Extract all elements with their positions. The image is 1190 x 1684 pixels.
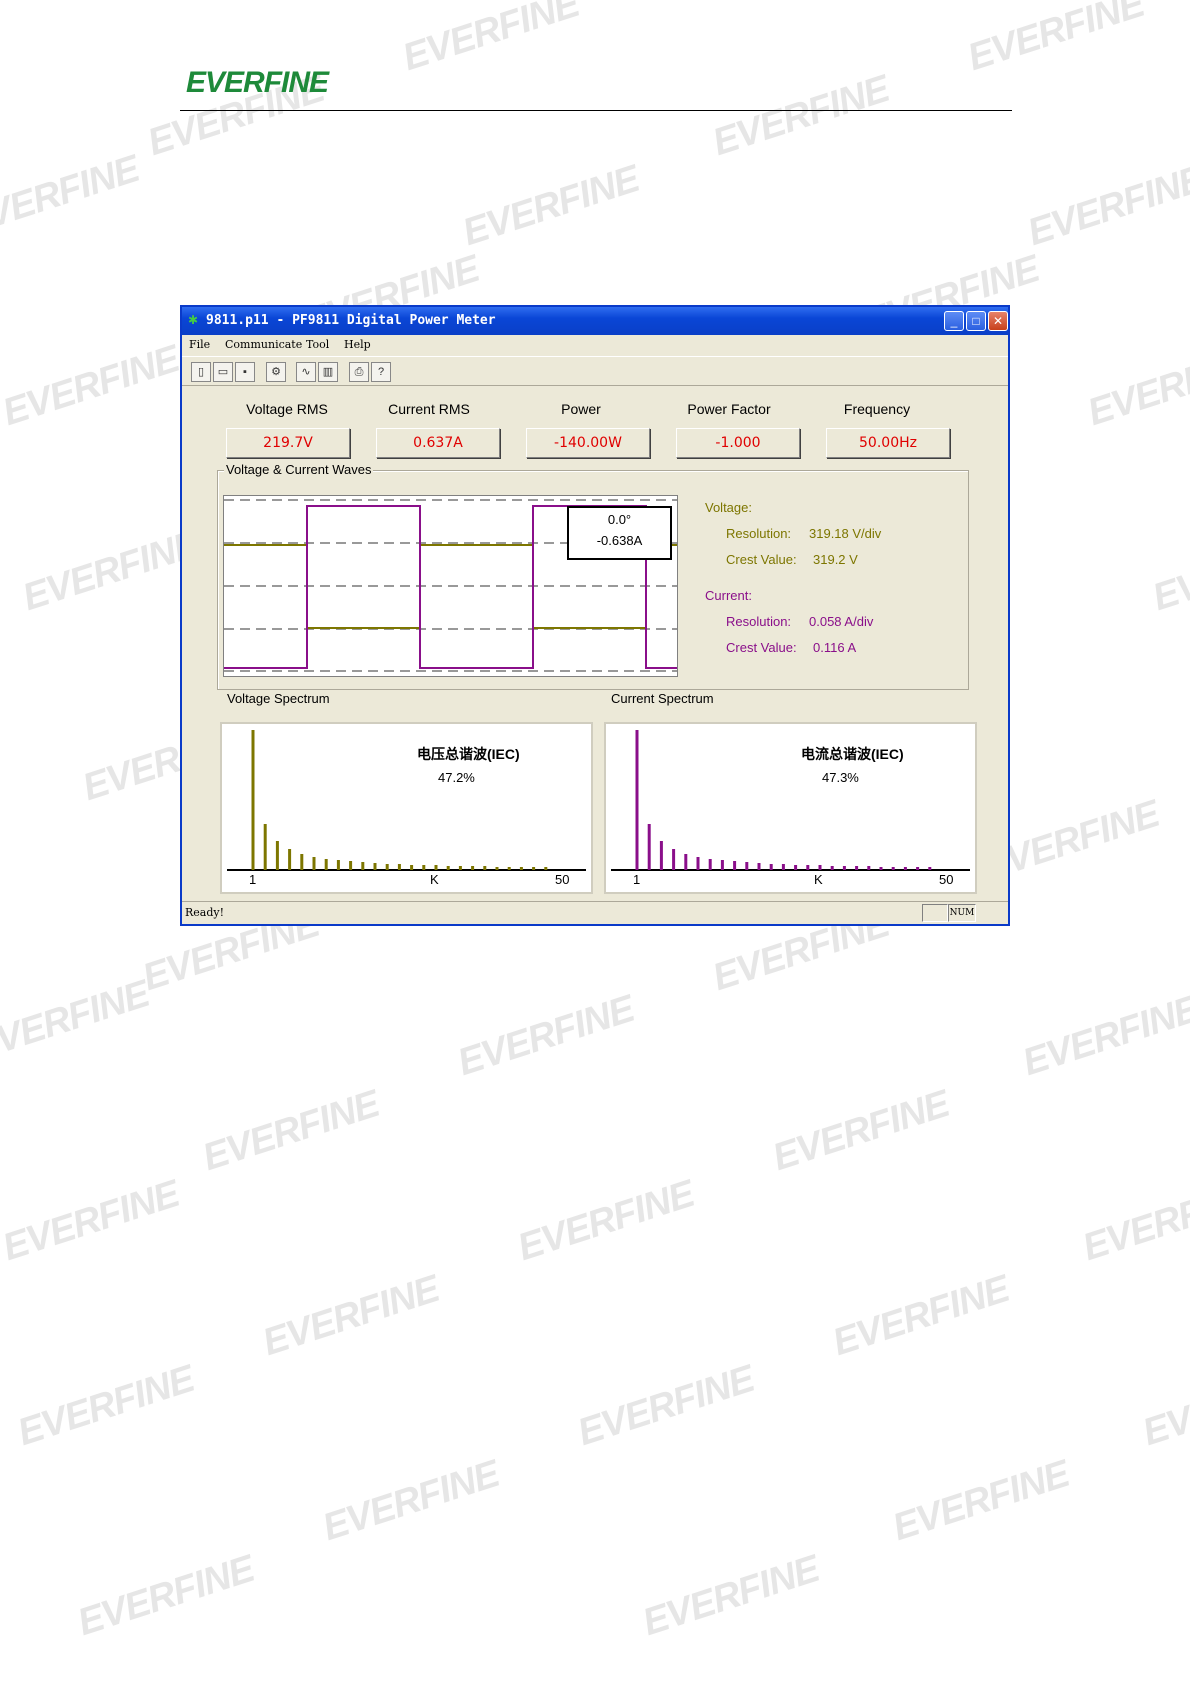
current-thd-value: 47.3% <box>822 770 859 785</box>
voltage-resolution-label: Resolution: <box>726 526 792 541</box>
status-panel-empty <box>922 904 948 922</box>
cursor-current: -0.638A <box>596 533 643 548</box>
wave-icon[interactable]: ∿ <box>296 362 316 382</box>
voltage-spectrum-plot: 电压总谐波(IEC) 47.2% 1 K 50 <box>220 722 593 894</box>
menu-bar: File Communicate Tool Help <box>182 335 1008 355</box>
print-icon[interactable]: ⎙ <box>349 362 369 382</box>
voltage-crest: 319.2 V <box>813 552 858 567</box>
voltage-heading: Voltage: <box>705 500 752 515</box>
voltage-axis-end: 50 <box>555 872 570 887</box>
watermark: EVERFINE <box>887 1452 1074 1550</box>
current-axis-end: 50 <box>939 872 954 887</box>
new-icon[interactable]: ▯ <box>191 362 211 382</box>
save-icon[interactable]: ▪ <box>235 362 255 382</box>
header-divider <box>180 110 1012 111</box>
power-meter-window: ✱ 9811.p11 - PF9811 Digital Power Meter … <box>180 305 1010 926</box>
voltage-crest-label: Crest Value: <box>726 552 797 567</box>
close-button[interactable]: ✕ <box>988 311 1008 331</box>
current-resolution-label: Resolution: <box>726 614 792 629</box>
current-rms-value: 0.637A <box>376 428 500 458</box>
cursor-angle: 0.0° <box>607 512 632 527</box>
watermark: EVERFINE <box>767 1082 954 1180</box>
watermark: EVERFINE <box>1077 1172 1190 1270</box>
waves-title: Voltage & Current Waves <box>224 462 374 477</box>
title-bar[interactable]: ✱ 9811.p11 - PF9811 Digital Power Meter … <box>182 307 1008 335</box>
watermark: EVERFINE <box>1147 522 1190 620</box>
menu-help[interactable]: Help <box>344 338 371 351</box>
watermark: EVERFINE <box>1082 337 1190 435</box>
current-crest: 0.116 A <box>813 640 857 655</box>
watermark: EVERFINE <box>512 1172 699 1270</box>
waveform-plot[interactable]: 0.0° -0.638A <box>223 495 678 677</box>
voltage-rms-value: 219.7V <box>226 428 350 458</box>
watermark: EVERFINE <box>572 1357 759 1455</box>
watermark: EVERFINE <box>1022 157 1190 255</box>
current-rms-label: Current RMS <box>388 401 470 417</box>
watermark: EVERFINE <box>707 67 894 165</box>
window-title: 9811.p11 - PF9811 Digital Power Meter <box>206 313 496 328</box>
connect-icon[interactable]: ⚙ <box>266 362 286 382</box>
watermark: EVERFINE <box>457 157 644 255</box>
watermark: EVERFINE <box>0 972 154 1070</box>
watermark: EVERFINE <box>72 1547 259 1645</box>
voltage-spectrum-svg <box>227 730 586 871</box>
power-factor-label: Power Factor <box>687 401 771 417</box>
chart-icon[interactable]: ▥ <box>318 362 338 382</box>
watermark: EVERFINE <box>17 522 204 620</box>
power-label: Power <box>561 401 601 417</box>
watermark: EVERFINE <box>1017 987 1190 1085</box>
watermark: EVERFINE <box>257 1267 444 1365</box>
current-spectrum-plot: 电流总谐波(IEC) 47.3% 1 K 50 <box>604 722 977 894</box>
watermark: EVERFINE <box>397 0 584 80</box>
voltage-thd-label: 电压总谐波(IEC) <box>417 746 520 762</box>
watermark: EVERFINE <box>1137 1357 1190 1455</box>
frequency-value: 50.00Hz <box>826 428 950 458</box>
menu-file[interactable]: File <box>189 338 210 351</box>
menu-tool[interactable]: Tool <box>306 338 329 351</box>
toolbar: ▯ ▭ ▪ ⚙ ∿ ▥ ⎙ ? <box>182 356 1008 386</box>
current-heading: Current: <box>705 588 752 603</box>
power-value: -140.00W <box>526 428 650 458</box>
voltage-axis-start: 1 <box>249 872 257 887</box>
open-icon[interactable]: ▭ <box>213 362 233 382</box>
watermark: EVERFINE <box>827 1267 1014 1365</box>
status-text: Ready! <box>185 906 225 919</box>
watermark: EVERFINE <box>637 1547 824 1645</box>
watermark: EVERFINE <box>0 337 184 435</box>
current-thd-label: 电流总谐波(IEC) <box>801 746 904 762</box>
current-crest-label: Crest Value: <box>726 640 797 655</box>
watermark: EVERFINE <box>12 1357 199 1455</box>
watermark: EVERFINE <box>197 1082 384 1180</box>
app-icon: ✱ <box>188 313 199 327</box>
current-axis-start: 1 <box>633 872 641 887</box>
watermark: EVERFINE <box>962 0 1149 80</box>
current-spectrum-title: Current Spectrum <box>609 691 716 706</box>
watermark: EVERFINE <box>317 1452 504 1550</box>
help-icon[interactable]: ? <box>371 362 391 382</box>
status-bar: Ready! NUM <box>182 901 1008 924</box>
current-resolution: 0.058 A/div <box>809 614 874 629</box>
power-factor-value: -1.000 <box>676 428 800 458</box>
voltage-thd-value: 47.2% <box>438 770 475 785</box>
voltage-spectrum-title: Voltage Spectrum <box>225 691 332 706</box>
voltage-axis-mid: K <box>430 872 439 887</box>
watermark: EVERFINE <box>0 1172 184 1270</box>
watermark: EVERFINE <box>452 987 639 1085</box>
maximize-button[interactable]: □ <box>966 311 986 331</box>
voltage-rms-label: Voltage RMS <box>246 401 328 417</box>
voltage-resolution: 319.18 V/div <box>809 526 882 541</box>
current-spectrum-svg <box>611 730 970 871</box>
watermark: EVERFINE <box>0 147 144 245</box>
everfine-logo: EVERFINE <box>186 66 329 99</box>
menu-communicate[interactable]: Communicate <box>225 338 302 351</box>
current-axis-mid: K <box>814 872 823 887</box>
frequency-label: Frequency <box>843 401 911 417</box>
minimize-button[interactable]: _ <box>944 311 964 331</box>
num-lock-indicator: NUM <box>948 904 976 922</box>
